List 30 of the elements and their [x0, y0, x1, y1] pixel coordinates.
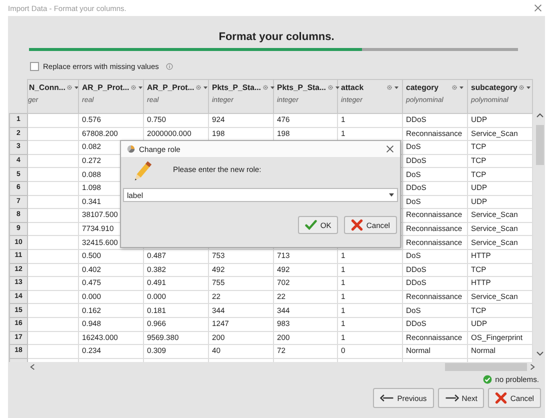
caret-icon[interactable]	[394, 85, 399, 90]
scroll-right-icon[interactable]	[530, 364, 535, 370]
checkbox[interactable]	[30, 62, 39, 71]
gear-icon[interactable]	[196, 85, 202, 90]
caret-icon[interactable]	[334, 85, 340, 90]
caret-icon[interactable]	[138, 85, 144, 90]
gear-icon[interactable]	[452, 85, 457, 90]
close-icon[interactable]	[386, 145, 394, 153]
gear-icon[interactable]	[67, 85, 72, 90]
gear-icon[interactable]	[131, 85, 136, 90]
check-icon	[305, 219, 318, 231]
gear-icon[interactable]	[262, 85, 268, 90]
info-icon	[166, 63, 173, 70]
caret-icon[interactable]	[526, 85, 532, 90]
x-icon	[495, 392, 508, 404]
gear-icon[interactable]	[387, 85, 392, 90]
arrow-left-icon	[380, 394, 394, 402]
caret-icon[interactable]	[459, 85, 464, 90]
gear-icon[interactable]	[519, 85, 524, 90]
gear-icon[interactable]	[328, 85, 333, 90]
scroll-left-icon[interactable]	[30, 364, 35, 370]
step-heading: Format your columns.	[218, 30, 334, 43]
app-icon	[127, 145, 135, 153]
caret-icon[interactable]	[270, 85, 275, 90]
check-circle-icon	[483, 375, 492, 384]
caret-icon[interactable]	[203, 85, 208, 90]
close-icon[interactable]	[534, 4, 542, 12]
x-icon	[351, 219, 364, 231]
caret-icon[interactable]	[389, 193, 394, 197]
arrow-right-icon	[444, 394, 459, 402]
